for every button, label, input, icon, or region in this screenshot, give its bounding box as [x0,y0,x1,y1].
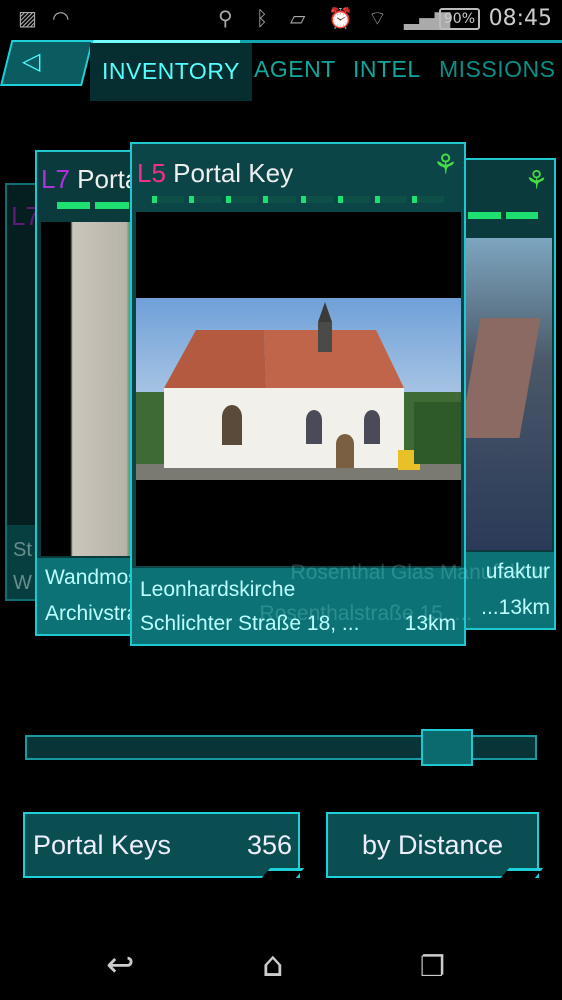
filter-label: Portal Keys [33,830,172,860]
resonator-bar [337,196,370,203]
church-photo [136,298,461,480]
filter-count: 356 [246,830,292,860]
button-corner-decoration [500,868,544,878]
card-title: Portal Key [173,158,294,188]
sort-button[interactable]: by Distance [326,812,544,878]
status-bar: ▨ ◠ ⚲ ᛒ ▱ ⏰ ⌔ ▂▄▆ 90% 08:45 [0,0,562,38]
battery-indicator: 90% [438,8,480,30]
tab-intel[interactable]: INTEL [353,56,421,83]
resonator-bar [152,196,185,203]
wifi-icon: ⌔ [368,6,387,30]
location-icon: ⚲ [218,6,233,30]
enlightened-faction-icon: ⚘ [524,166,548,196]
resonator-bar [411,196,444,203]
clock: 08:45 [488,6,552,31]
tab-inventory[interactable]: INVENTORY [90,43,252,101]
enlightened-faction-icon: ⚘ [432,148,458,181]
back-button[interactable] [0,40,94,86]
system-home-icon[interactable]: ⌂ [262,945,284,985]
filter-button[interactable]: Portal Keys 356 [23,812,305,878]
resonator-bar [189,196,222,203]
rotate-icon: ▱ [290,6,306,30]
portal-image [459,238,552,550]
image-icon: ▨ [18,6,37,30]
alarm-icon: ⏰ [328,6,353,30]
system-back-icon[interactable]: ↩ [106,945,135,985]
button-corner-decoration [261,868,305,878]
resonator-bars [152,196,444,203]
tab-missions[interactable]: MISSIONS [439,56,555,83]
resonator-bar [374,196,407,203]
resonator-bar [226,196,259,203]
level-label: L5 [137,158,166,188]
ghost-portal-name: Rosenthal Glas Manufaktur [290,561,545,584]
wifi-hotspot-icon: ◠ [52,6,70,30]
system-recents-icon[interactable]: ❐ [420,950,445,983]
tab-agent[interactable]: AGENT [254,56,336,83]
portal-image [136,212,461,566]
level-label: L7 [41,164,70,194]
back-triangle-icon[interactable]: ◁ [22,47,40,75]
ghost-portal-address: Rosenthalstraße 15, ... [259,602,472,625]
resonator-bar [263,196,296,203]
slider-thumb[interactable] [420,729,473,766]
sort-label: by Distance [361,830,504,860]
resonator-bar [300,196,333,203]
bluetooth-icon: ᛒ [256,6,268,30]
